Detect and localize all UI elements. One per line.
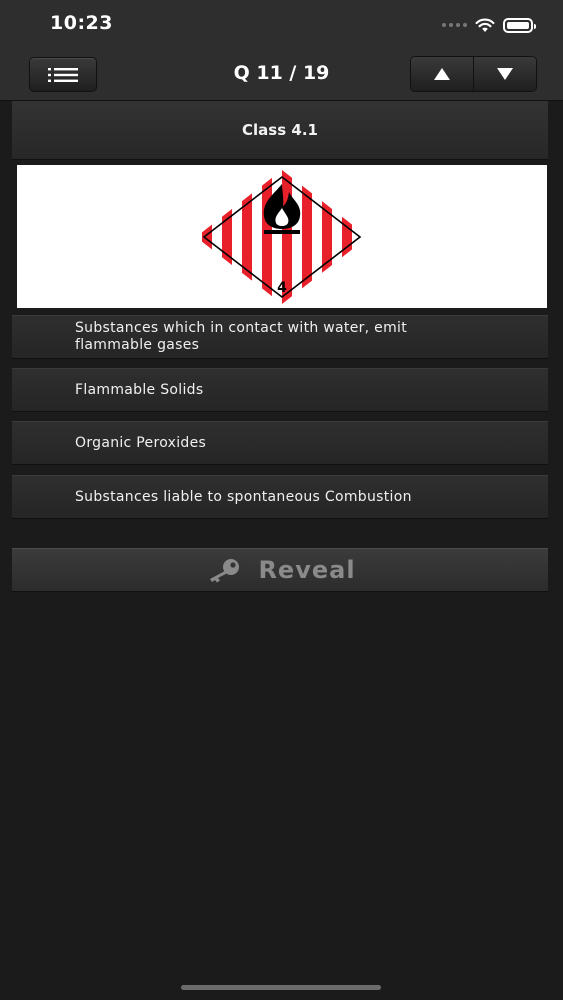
status-time: 10:23: [50, 12, 113, 34]
answer-option-2[interactable]: Flammable Solids: [12, 368, 548, 412]
wifi-icon: [475, 18, 495, 32]
hazard-placard-image: 4: [196, 169, 368, 304]
triangle-down-icon: [497, 68, 513, 80]
status-bar: 10:23: [0, 0, 563, 50]
answer-option-1[interactable]: Substances which in contact with water, …: [12, 315, 548, 359]
battery-icon: [503, 17, 536, 33]
triangle-up-icon: [434, 68, 450, 80]
previous-question-button[interactable]: [411, 57, 473, 91]
question-nav-segment: [410, 56, 537, 92]
answer-option-4[interactable]: Substances liable to spontaneous Combust…: [12, 475, 548, 519]
reveal-label: Reveal: [258, 556, 356, 584]
hazard-placard-panel: 4: [17, 165, 547, 308]
answer-option-label: Substances liable to spontaneous Combust…: [75, 488, 412, 505]
answer-option-label: Organic Peroxides: [75, 434, 207, 451]
reveal-button[interactable]: Reveal: [12, 548, 548, 592]
answer-option-label: Substances which in contact with water, …: [75, 320, 407, 353]
answer-option-3[interactable]: Organic Peroxides: [12, 421, 548, 465]
next-question-button[interactable]: [473, 57, 536, 91]
placard-class-number: 4: [277, 280, 287, 296]
status-icons: [442, 16, 536, 34]
question-header: Class 4.1: [12, 101, 548, 160]
answer-option-label: Flammable Solids: [75, 381, 204, 398]
nav-bar: Q 11 / 19: [0, 50, 563, 101]
cellular-signal-icon: [442, 23, 467, 27]
key-icon: [210, 559, 240, 583]
home-indicator: [181, 985, 381, 990]
